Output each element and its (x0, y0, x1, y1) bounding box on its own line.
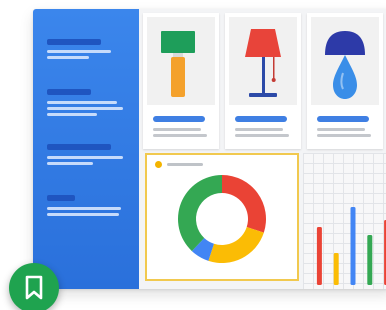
sidebar-group-line (47, 207, 121, 210)
donut-chart-panel[interactable] (145, 153, 299, 281)
product-card[interactable] (307, 13, 383, 149)
legend-dot (155, 161, 162, 168)
sidebar-group-line (47, 113, 97, 116)
mushroom-lamp-icon (325, 31, 365, 99)
legend-label-placeholder (167, 163, 203, 166)
bookmark-button[interactable] (9, 263, 59, 310)
product-description-line (153, 128, 201, 131)
product-description-line (235, 134, 289, 137)
donut-slice (208, 227, 264, 263)
product-card[interactable] (225, 13, 301, 149)
product-price-placeholder (317, 116, 369, 122)
illustration (0, 0, 386, 310)
donut-chart (178, 175, 266, 263)
product-thumbnail (229, 17, 297, 105)
sidebar-group-line (47, 101, 117, 104)
sidebar-group-line (47, 50, 111, 53)
product-description-line (317, 128, 365, 131)
product-price-placeholder (235, 116, 287, 122)
bookmark-icon (25, 275, 43, 300)
product-price-placeholder (153, 116, 205, 122)
bar-chart-panel[interactable] (303, 153, 386, 289)
sidebar-group-line (47, 107, 123, 110)
sidebar-group-line (47, 156, 123, 159)
table-lamp-icon (245, 29, 281, 97)
product-card[interactable] (143, 13, 219, 149)
product-thumbnail (311, 17, 379, 105)
donut-slice (222, 175, 266, 233)
chart-bar (367, 235, 373, 285)
sidebar-group-line (47, 213, 119, 216)
sidebar-group-title[interactable] (47, 89, 91, 95)
sidebar (33, 9, 139, 289)
sidebar-group-title[interactable] (47, 195, 75, 201)
product-description-line (153, 134, 207, 137)
chart-bar (350, 207, 356, 285)
chart-bar (316, 227, 322, 285)
sidebar-group-title[interactable] (47, 144, 111, 150)
chart-bar (333, 253, 339, 285)
product-description-line (235, 128, 283, 131)
dashboard-window (33, 9, 386, 289)
sidebar-group-line (47, 56, 89, 59)
bar-chart (316, 207, 386, 285)
table-lamp-icon (161, 31, 195, 97)
product-description-line (317, 134, 371, 137)
sidebar-group-title[interactable] (47, 39, 101, 45)
main-content (139, 9, 386, 289)
product-thumbnail (147, 17, 215, 105)
sidebar-group-line (47, 162, 93, 165)
donut-slice (178, 175, 222, 252)
